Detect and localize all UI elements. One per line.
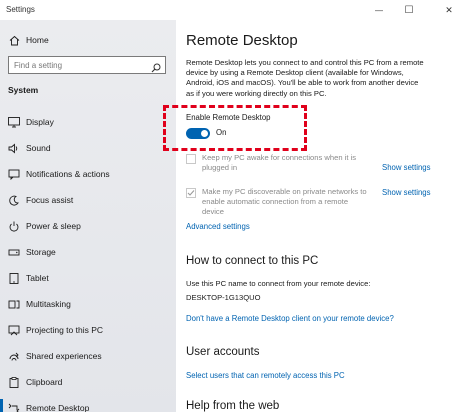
sidebar-item-label: Display: [26, 117, 54, 127]
section-heading-system: System: [8, 85, 39, 95]
help-heading: Help from the web: [186, 400, 280, 412]
show-settings-link-awake[interactable]: Show settings: [382, 163, 431, 172]
focus-assist-icon: [8, 194, 20, 206]
multitasking-icon: [8, 298, 20, 310]
sidebar-item-label: Multitasking: [26, 299, 71, 309]
discoverable-checkbox[interactable]: [186, 188, 196, 198]
sidebar-item-label: Projecting to this PC: [26, 325, 104, 335]
sidebar-item-label: Shared experiences: [26, 351, 102, 361]
sidebar-item-storage[interactable]: Storage: [0, 240, 176, 264]
sidebar-item-label: Sound: [26, 143, 51, 153]
sidebar-item-label: Notifications & actions: [26, 169, 110, 179]
advanced-settings-link[interactable]: Advanced settings: [186, 222, 250, 231]
sound-icon: [8, 142, 20, 154]
minimize-icon: —: [375, 5, 383, 15]
highlight-box: [163, 105, 307, 151]
sidebar-item-focus-assist[interactable]: Focus assist: [0, 188, 176, 212]
discoverable-text: Make my PC discoverable on private netwo…: [202, 187, 367, 216]
user-accounts-heading: User accounts: [186, 346, 260, 358]
page-title: Remote Desktop: [186, 32, 298, 49]
sidebar-item-multitasking[interactable]: Multitasking: [0, 292, 176, 316]
sidebar-item-label: Remote Desktop: [26, 403, 90, 412]
enable-remote-desktop-toggle[interactable]: [186, 128, 210, 139]
sidebar-item-notifications[interactable]: Notifications & actions: [0, 162, 176, 186]
power-icon: [8, 220, 20, 232]
sidebar-item-clipboard[interactable]: Clipboard: [0, 370, 176, 394]
connect-heading: How to connect to this PC: [186, 255, 319, 267]
enable-remote-desktop-label: Enable Remote Desktop: [186, 113, 271, 122]
search-input[interactable]: [9, 60, 145, 70]
close-button[interactable]: ✕: [424, 0, 474, 20]
toggle-knob: [201, 130, 208, 137]
search-box[interactable]: [8, 56, 166, 74]
sidebar-item-label: Storage: [26, 247, 56, 257]
sidebar-item-home[interactable]: Home: [0, 28, 176, 52]
shared-experiences-icon: [8, 350, 20, 362]
notifications-icon: [8, 168, 20, 180]
main-panel: Remote Desktop Remote Desktop lets you c…: [163, 20, 474, 412]
sidebar-item-display[interactable]: Display: [0, 110, 176, 134]
show-settings-link-discoverable[interactable]: Show settings: [382, 188, 431, 197]
pc-name: DESKTOP-1G13QUO: [186, 293, 261, 302]
sidebar-item-tablet[interactable]: Tablet: [0, 266, 176, 290]
storage-icon: [8, 246, 20, 258]
sidebar-item-shared-experiences[interactable]: Shared experiences: [0, 344, 176, 368]
sidebar-item-sound[interactable]: Sound: [0, 136, 176, 160]
sidebar-item-label: Focus assist: [26, 195, 74, 205]
maximize-button[interactable]: ☐: [394, 0, 424, 20]
sidebar-item-label: Tablet: [26, 273, 49, 283]
projecting-icon: [8, 324, 20, 336]
tablet-icon: [8, 272, 20, 284]
client-download-link[interactable]: Don't have a Remote Desktop client on yo…: [186, 314, 394, 323]
home-icon: [8, 34, 20, 46]
sidebar-item-projecting[interactable]: Projecting to this PC: [0, 318, 176, 342]
toggle-state-label: On: [216, 128, 227, 137]
clipboard-icon: [8, 376, 20, 388]
display-icon: [8, 116, 20, 128]
remote-desktop-icon: [8, 402, 20, 412]
checkmark-icon: [187, 190, 195, 196]
keep-awake-text: Keep my PC awake for connections when it…: [202, 153, 357, 172]
sidebar-item-label: Home: [26, 35, 49, 45]
search-icon[interactable]: [151, 60, 161, 78]
sidebar-item-label: Clipboard: [26, 377, 63, 387]
close-icon: ✕: [445, 4, 453, 15]
page-description: Remote Desktop lets you connect to and c…: [186, 58, 424, 98]
selection-indicator: [0, 399, 3, 412]
connect-instructions: Use this PC name to connect from your re…: [186, 279, 371, 288]
minimize-button[interactable]: —: [364, 0, 394, 20]
title-bar: Settings — ☐ ✕: [0, 0, 474, 20]
keep-awake-checkbox[interactable]: [186, 154, 196, 164]
sidebar-item-label: Power & sleep: [26, 221, 81, 231]
select-users-link[interactable]: Select users that can remotely access th…: [186, 371, 345, 380]
window-title: Settings: [6, 5, 35, 14]
sidebar-item-remote-desktop[interactable]: Remote Desktop: [0, 396, 176, 412]
maximize-icon: ☐: [404, 4, 414, 16]
sidebar-item-power-sleep[interactable]: Power & sleep: [0, 214, 176, 238]
sidebar: Home System Display Sound Notifications …: [0, 20, 176, 412]
